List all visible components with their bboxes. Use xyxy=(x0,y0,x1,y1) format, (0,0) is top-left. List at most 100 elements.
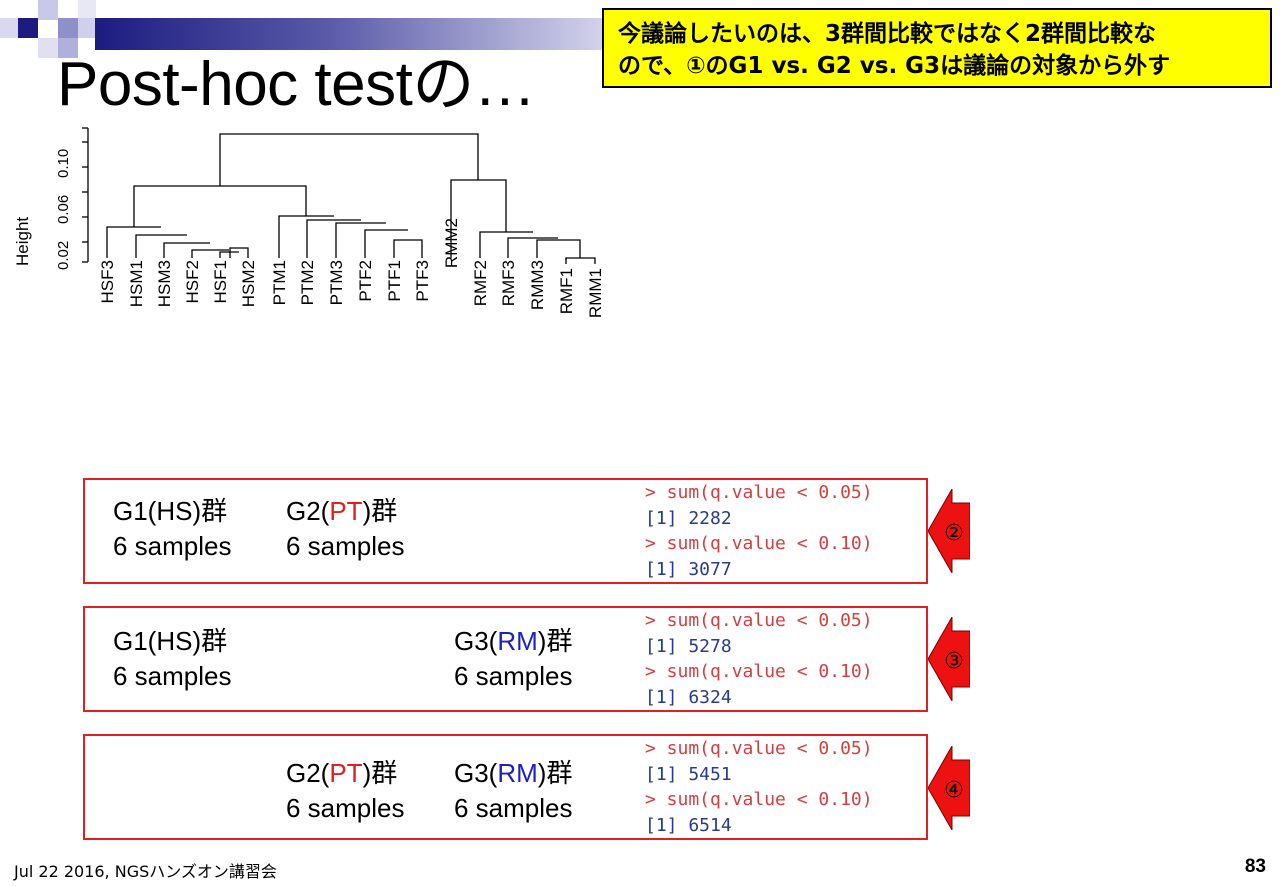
dendro-branch xyxy=(306,219,361,258)
group-prefix: G1( xyxy=(113,626,157,656)
leaf-label: PTF3 xyxy=(413,260,432,302)
dendro-branch xyxy=(229,247,249,258)
group-suffix: )群 xyxy=(362,496,398,526)
group-g3: G3(RM)群 6 samples xyxy=(454,624,573,694)
dendro-branch xyxy=(106,226,161,258)
leaf-label: HSF1 xyxy=(211,260,230,303)
leaf-label: PTM3 xyxy=(327,260,346,305)
leaf-label: PTM2 xyxy=(298,260,317,305)
dendro-branch xyxy=(191,249,229,258)
r-result: [1] 2282 xyxy=(645,507,732,529)
y-tick-label: 0.02 xyxy=(55,241,72,270)
badge-number: ④ xyxy=(944,778,964,803)
group-prefix: G3( xyxy=(454,626,498,656)
group-g3: G3(RM)群 6 samples xyxy=(454,756,573,826)
slide-title: Post-hoc testの… xyxy=(57,50,536,119)
dendro-branch xyxy=(133,185,307,227)
y-axis-label: Height xyxy=(13,217,32,266)
r-result: [1] 6324 xyxy=(645,686,732,708)
decor-square xyxy=(58,18,78,38)
r-result: [1] 3077 xyxy=(645,558,732,580)
r-result: [1] 6514 xyxy=(645,814,732,836)
group-suffix: )群 xyxy=(362,758,398,788)
leaf-label: HSM2 xyxy=(239,260,258,307)
footer-date-event: Jul 22 2016, NGSハンズオン講習会 xyxy=(14,862,277,881)
note-line-2: ので、①のG1 vs. G2 vs. G3は議論の対象から外す xyxy=(618,53,1171,79)
dendro-branch xyxy=(135,234,187,258)
leaf-label: HSM3 xyxy=(155,260,174,307)
decor-square xyxy=(78,0,96,18)
comparison-box-4: G2(PT)群 6 samples G3(RM)群 6 samples > su… xyxy=(83,734,928,840)
r-command: > sum(q.value < 0.05) xyxy=(645,610,873,631)
group-g2: G2(PT)群 6 samples xyxy=(286,756,405,826)
note-line-1: 今議論したいのは、3群間比較ではなく2群間比較な xyxy=(618,21,1157,47)
sample-count: 6 samples xyxy=(113,531,232,561)
group-g1: G1(HS)群 6 samples xyxy=(113,624,232,694)
group-code: HS xyxy=(156,496,193,526)
leaf-label: RMM2 xyxy=(442,218,461,268)
arrow-badge-3: ③ xyxy=(928,617,970,701)
group-suffix: )群 xyxy=(192,496,228,526)
leaf-label: PTF1 xyxy=(385,260,404,302)
leaf-label: PTM1 xyxy=(270,260,289,305)
decor-square xyxy=(78,18,96,38)
r-command: > sum(q.value < 0.10) xyxy=(645,789,873,810)
decor-square xyxy=(38,38,58,58)
group-g2: G2(PT)群 6 samples xyxy=(286,494,405,564)
y-tick-label: 0.10 xyxy=(55,149,72,178)
sample-count: 6 samples xyxy=(286,531,405,561)
group-code: RM xyxy=(497,626,538,656)
r-console-output: > sum(q.value < 0.05) [1] 5278 > sum(q.v… xyxy=(645,608,873,710)
group-code: RM xyxy=(497,758,538,788)
group-prefix: G2( xyxy=(286,758,330,788)
r-command: > sum(q.value < 0.05) xyxy=(645,738,873,759)
title-bar xyxy=(95,18,615,50)
decor-square xyxy=(38,0,58,20)
leaf-label: HSF2 xyxy=(183,260,202,303)
dendro-branch xyxy=(507,237,558,258)
group-code: HS xyxy=(156,626,193,656)
group-prefix: G1( xyxy=(113,496,157,526)
group-suffix: )群 xyxy=(192,626,228,656)
r-result: [1] 5451 xyxy=(645,763,732,785)
leaf-label: RMM1 xyxy=(586,268,605,318)
leaf-label: HSM1 xyxy=(127,260,146,307)
y-tick-label: 0.06 xyxy=(55,195,72,224)
comparison-box-2: G1(HS)群 6 samples G2(PT)群 6 samples > su… xyxy=(83,478,928,584)
dendrogram-chart: 0.02 0.06 0.10 Height HSF3 HSM1 HSM3 HSF2 HS… xyxy=(13,127,605,318)
dendro-branch xyxy=(364,229,408,258)
group-g1: G1(HS)群 6 samples xyxy=(113,494,232,564)
page-number: 83 xyxy=(1244,856,1266,877)
r-command: > sum(q.value < 0.10) xyxy=(645,533,873,554)
arrow-badge-2: ② xyxy=(928,489,970,573)
sample-count: 6 samples xyxy=(113,661,232,691)
sample-count: 6 samples xyxy=(286,793,405,823)
dendro-branch xyxy=(565,257,596,264)
leaf-label: RMF3 xyxy=(499,260,518,306)
comparison-box-3: G1(HS)群 6 samples G3(RM)群 6 samples > su… xyxy=(83,606,928,712)
group-code: PT xyxy=(329,758,363,788)
leaf-label: RMF1 xyxy=(557,268,576,314)
badge-number: ② xyxy=(944,521,964,546)
r-console-output: > sum(q.value < 0.05) [1] 2282 > sum(q.v… xyxy=(645,480,873,582)
leaf-label: PTF2 xyxy=(356,260,375,302)
group-code: PT xyxy=(329,496,363,526)
group-suffix: )群 xyxy=(537,758,573,788)
decor-square xyxy=(0,18,18,38)
group-prefix: G3( xyxy=(454,758,498,788)
dendro-branch xyxy=(393,239,423,258)
dendro-branch xyxy=(536,239,581,258)
dendro-branch xyxy=(219,133,479,186)
leaf-label: RMF2 xyxy=(471,260,490,306)
dendro-branch xyxy=(479,231,533,258)
r-result: [1] 5278 xyxy=(645,635,732,657)
r-console-output: > sum(q.value < 0.05) [1] 5451 > sum(q.v… xyxy=(645,736,873,838)
group-suffix: )群 xyxy=(537,626,573,656)
dendro-branch xyxy=(335,222,386,258)
leaf-label: HSF3 xyxy=(98,260,117,303)
note-box: 今議論したいのは、3群間比較ではなく2群間比較な ので、①のG1 vs. G2 … xyxy=(602,8,1272,88)
arrow-badge-4: ④ xyxy=(928,746,970,830)
sample-count: 6 samples xyxy=(454,793,573,823)
r-command: > sum(q.value < 0.10) xyxy=(645,661,873,682)
r-command: > sum(q.value < 0.05) xyxy=(645,482,873,503)
